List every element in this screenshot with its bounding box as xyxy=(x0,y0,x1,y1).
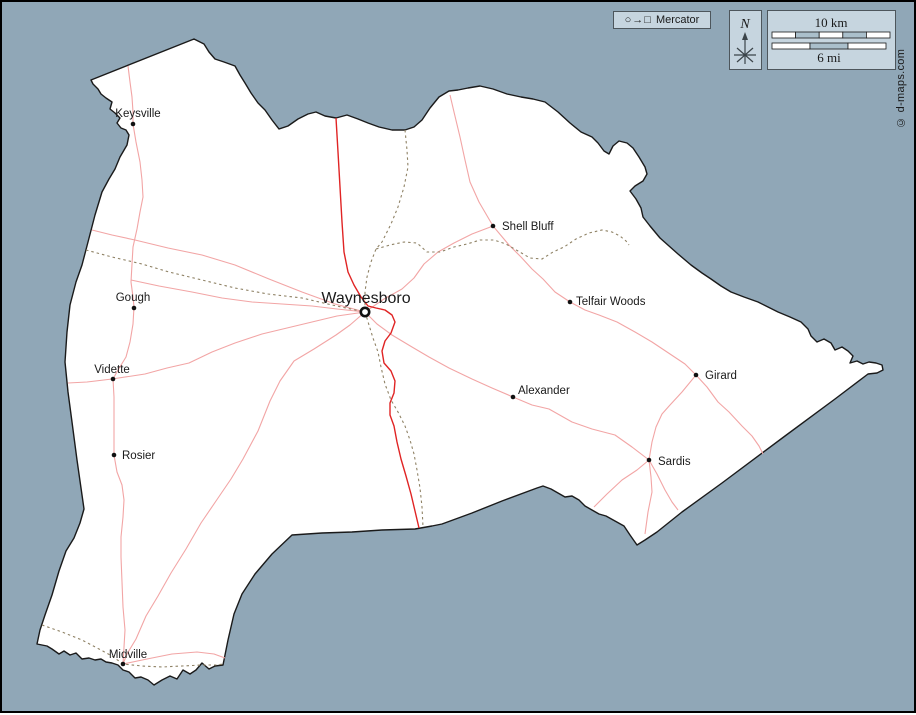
town-label-waynesboro: Waynesboro xyxy=(321,290,410,307)
compass-north-label: N xyxy=(739,17,750,32)
scale-box: 10 km 6 mi xyxy=(767,10,896,70)
scale-km-label: 10 km xyxy=(815,15,848,30)
projection-symbols-icon: ○→□ xyxy=(625,14,652,26)
scale-mi-label: 6 mi xyxy=(817,50,841,65)
town-dot-vidette xyxy=(111,377,116,382)
scale-km-bar xyxy=(772,32,890,38)
map-frame: Waynesboro Keysville Gough Vidette Rosier Mid… xyxy=(0,0,916,713)
town-label-gough: Gough xyxy=(116,292,151,304)
compass-box: N xyxy=(729,10,762,70)
town-dot-girard xyxy=(694,373,699,378)
town-label-shell-bluff: Shell Bluff xyxy=(502,221,554,233)
town-dot-telfair-woods xyxy=(568,300,573,305)
town-dot-sardis xyxy=(647,458,652,463)
copyright-watermark: © d-maps.com xyxy=(895,8,913,128)
scale-mi-bar xyxy=(772,43,886,49)
town-dot-keysville xyxy=(131,122,136,127)
town-label-midville: Midville xyxy=(109,649,147,661)
scale-bar: 10 km 6 mi xyxy=(768,11,894,68)
town-label-vidette: Vidette xyxy=(94,364,130,376)
town-label-keysville: Keysville xyxy=(115,108,160,120)
town-dot-shell-bluff xyxy=(491,224,496,229)
town-label-telfair-woods: Telfair Woods xyxy=(576,296,646,308)
county-map-canvas: Waynesboro Keysville Gough Vidette Rosier Mid… xyxy=(2,2,916,715)
compass-rose-icon: N xyxy=(730,11,760,68)
projection-label: Mercator xyxy=(656,14,699,26)
town-dot-gough xyxy=(132,306,137,311)
town-label-girard: Girard xyxy=(705,370,737,382)
town-dot-midville xyxy=(121,662,126,667)
projection-badge: ○→□ Mercator xyxy=(613,11,711,29)
town-label-rosier: Rosier xyxy=(122,450,155,462)
town-label-sardis: Sardis xyxy=(658,456,691,468)
town-dot-rosier xyxy=(112,453,117,458)
county-seat-marker-waynesboro xyxy=(361,308,369,316)
town-label-alexander: Alexander xyxy=(518,385,570,397)
town-dot-alexander xyxy=(511,395,516,400)
